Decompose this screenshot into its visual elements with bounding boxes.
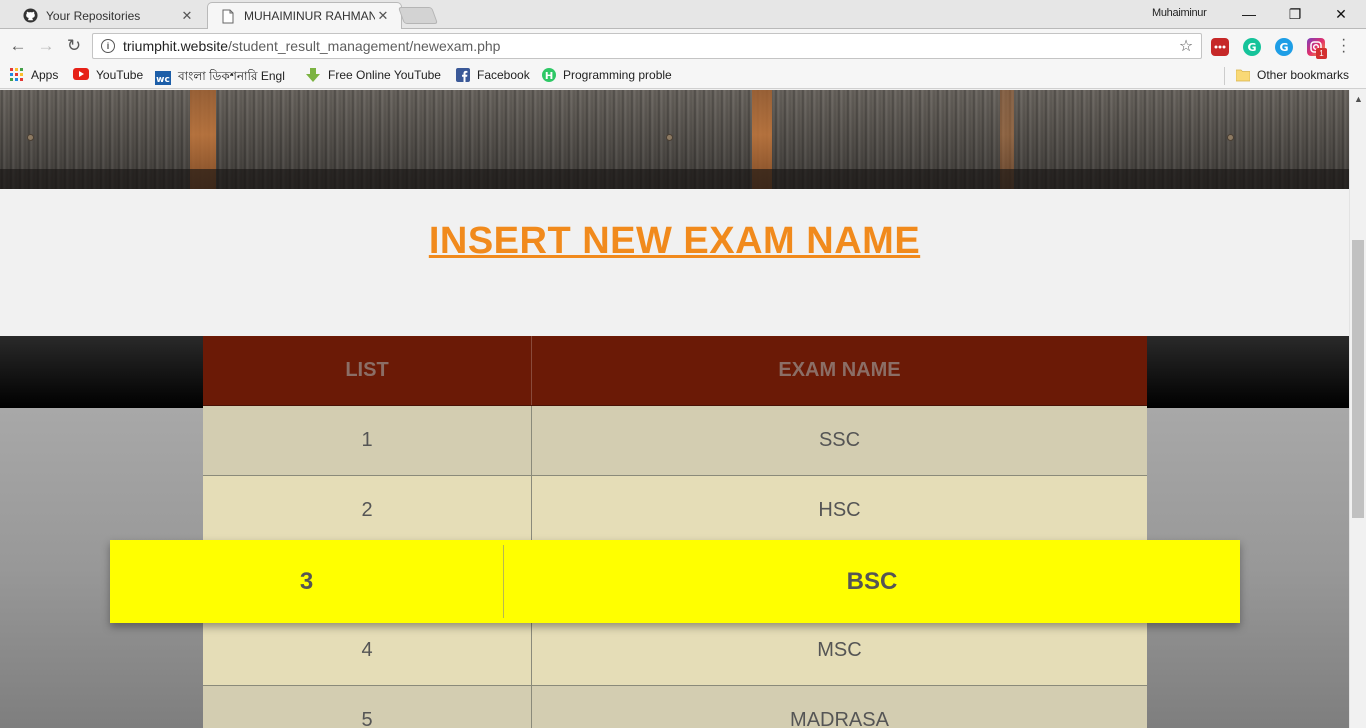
table-row[interactable]: 5 MADRASA [203, 686, 1147, 728]
scrollbar-thumb[interactable] [1352, 240, 1364, 518]
banner-texture [1227, 134, 1234, 141]
grammarly-icon[interactable]: G [1243, 38, 1261, 56]
list-cell: 1 [203, 406, 532, 475]
info-icon[interactable]: i [101, 39, 115, 53]
list-cell: 3 [110, 545, 504, 618]
list-cell: 2 [203, 476, 532, 545]
bookmarks-bar: Apps YouTube wc বাংলা ডিকশনারি Engl Free… [0, 63, 1366, 89]
download-arrow-icon [305, 68, 321, 82]
instagram-icon[interactable]: 1 [1307, 38, 1327, 59]
bookmark-label: YouTube [96, 68, 144, 82]
list-cell: 4 [203, 616, 532, 685]
github-icon [22, 8, 38, 24]
page-title[interactable]: INSERT NEW EXAM NAME [0, 220, 1349, 263]
exam-table: LIST EXAM NAME 1 SSC 2 HSC 4 MSC 5 MADRA… [203, 336, 1147, 728]
minimize-icon[interactable]: — [1226, 3, 1272, 25]
tab-strip: Your Repositories ✕ MUHAIMINUR RAHMAN ✕ … [0, 0, 1366, 29]
highlighted-table-row[interactable]: 3 BSC [110, 540, 1240, 623]
exam-name-cell: SSC [818, 429, 861, 451]
bookmark-label: Programming proble [563, 68, 672, 82]
close-icon[interactable]: ✕ [375, 8, 391, 24]
extension-dots-icon[interactable] [1211, 38, 1229, 56]
exam-name-cell: BSC [846, 567, 898, 595]
bookmark-youtube[interactable]: YouTube [73, 68, 143, 82]
column-header-list: LIST [203, 336, 532, 405]
wc-icon: wc [155, 71, 171, 85]
bookmark-free-online-youtube[interactable]: Free Online YouTube [305, 68, 441, 82]
bookmark-facebook[interactable]: Facebook [456, 68, 530, 82]
exam-name-cell: MADRASA [790, 709, 889, 728]
tab-muhaiminur-rahman[interactable]: MUHAIMINUR RAHMAN ✕ [207, 2, 402, 29]
svg-text:H: H [545, 71, 553, 82]
bookmark-other-bookmarks[interactable]: Other bookmarks [1235, 68, 1350, 82]
forward-arrow-icon[interactable]: → [35, 35, 57, 57]
table-row[interactable]: 4 MSC [203, 616, 1147, 686]
window-close-icon[interactable]: ✕ [1318, 3, 1364, 25]
bookmark-label: Apps [31, 68, 59, 82]
profile-name[interactable]: Muhaiminur [1152, 7, 1207, 19]
banner-texture [27, 134, 34, 141]
bookmark-apps[interactable]: Apps [10, 68, 58, 82]
browser-toolbar: ← → ↻ i triumphit.website/student_result… [0, 29, 1366, 63]
facebook-icon [456, 68, 470, 82]
tab-your-repositories[interactable]: Your Repositories ✕ [10, 2, 205, 29]
page-viewport: INSERT NEW EXAM NAME LIST EXAM NAME 1 SS… [0, 90, 1349, 728]
bookmark-label: Free Online YouTube [328, 68, 441, 82]
tab-title: MUHAIMINUR RAHMAN [244, 9, 375, 23]
reload-icon[interactable]: ↻ [63, 35, 85, 57]
table-row[interactable]: 2 HSC [203, 476, 1147, 546]
bookmark-label: Facebook [477, 68, 530, 82]
bookmark-label: Other bookmarks [1257, 68, 1350, 82]
url-path: /student_result_management/newexam.php [228, 38, 501, 54]
banner-texture [666, 134, 673, 141]
url-host: triumphit.website [123, 38, 229, 54]
vertical-scrollbar[interactable]: ▲ [1349, 90, 1366, 728]
table-row[interactable]: 1 SSC [203, 406, 1147, 476]
hackerrank-icon: H [542, 68, 556, 82]
restore-icon[interactable]: ❐ [1272, 3, 1318, 25]
bookmark-programming-problems[interactable]: H Programming proble [542, 68, 678, 82]
list-cell: 5 [203, 686, 532, 728]
back-arrow-icon[interactable]: ← [7, 35, 29, 57]
exam-name-cell: MSC [817, 639, 862, 661]
tab-title: Your Repositories [46, 8, 141, 23]
wood-banner-image [0, 90, 1349, 189]
apps-grid-icon [10, 68, 24, 82]
more-menu-icon[interactable]: · · · [1341, 32, 1346, 60]
url-text[interactable]: triumphit.website/student_result_managem… [123, 38, 1175, 54]
svg-text:G: G [1279, 41, 1288, 54]
new-tab-button[interactable] [397, 7, 439, 24]
grammarly-blue-icon[interactable]: G [1275, 38, 1293, 56]
table-header-row: LIST EXAM NAME [203, 336, 1147, 406]
close-icon[interactable]: ✕ [179, 8, 195, 24]
column-header-exam-name: EXAM NAME [778, 359, 901, 381]
scroll-up-arrow-icon[interactable]: ▲ [1354, 94, 1363, 104]
folder-icon [1235, 68, 1251, 82]
bookmarks-divider [1224, 67, 1225, 85]
banner-shade [0, 169, 1349, 189]
address-bar[interactable]: i triumphit.website/student_result_manag… [92, 33, 1202, 59]
svg-text:G: G [1247, 41, 1256, 54]
youtube-icon [73, 68, 89, 82]
bookmark-star-icon[interactable]: ☆ [1175, 36, 1197, 56]
exam-name-cell: HSC [818, 499, 861, 521]
svg-text:wc: wc [156, 75, 170, 85]
page-icon [220, 8, 236, 24]
notification-badge: 1 [1316, 48, 1327, 59]
bookmark-bangla-dictionary[interactable]: wc বাংলা ডিকশনারি Engl [155, 68, 287, 88]
bookmark-label: বাংলা ডিকশনারি Engl [178, 69, 285, 83]
